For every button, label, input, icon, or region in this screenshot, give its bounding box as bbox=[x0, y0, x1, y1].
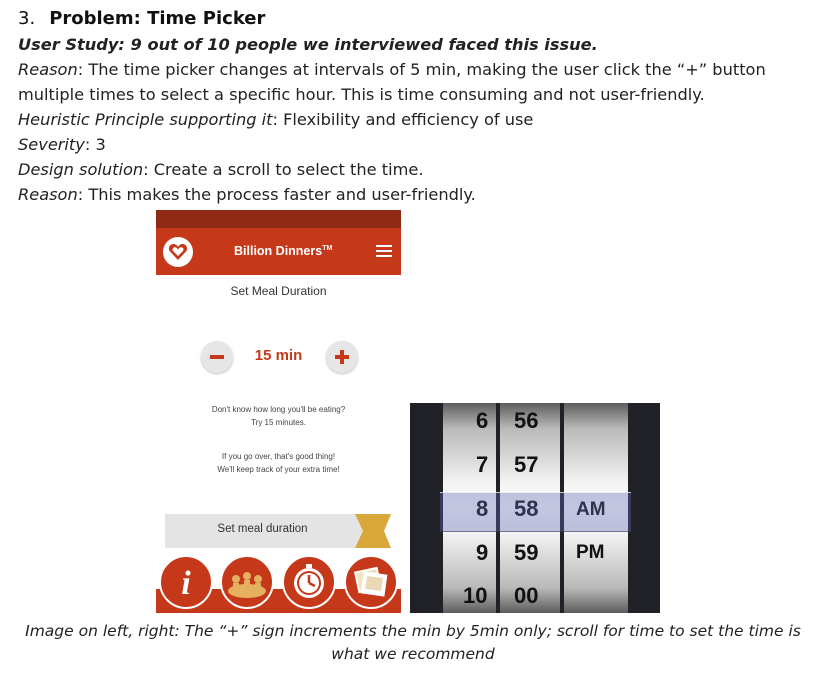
document-body: 3. Problem: Time Picker User Study: 9 out… bbox=[18, 6, 808, 207]
app-title: Billion DinnersTM bbox=[234, 244, 333, 258]
app-header: Billion DinnersTM bbox=[156, 228, 401, 275]
severity-text: : 3 bbox=[84, 135, 106, 154]
minute-57[interactable]: 57 bbox=[514, 452, 538, 478]
duration-value: 15 min bbox=[254, 347, 303, 364]
dinner-table-icon[interactable] bbox=[220, 555, 274, 609]
reason-line-2: multiple times to select a specific hour… bbox=[18, 85, 705, 104]
scroll-time-picker-screenshot: 6 7 8 9 10 56 57 58 59 00 AM PM bbox=[410, 403, 660, 613]
increment-button[interactable] bbox=[326, 341, 358, 373]
hour-7[interactable]: 7 bbox=[476, 452, 488, 478]
section-heading: 3. Problem: Time Picker bbox=[18, 6, 808, 32]
minute-59[interactable]: 59 bbox=[514, 540, 538, 566]
figure-caption: Image on left, right: The “+” sign incre… bbox=[25, 622, 801, 663]
timer-icon[interactable] bbox=[282, 555, 336, 609]
chevron-right-icon bbox=[355, 514, 391, 548]
reason-line-1: Reason: The time picker changes at inter… bbox=[18, 57, 808, 82]
reason-label: Reason bbox=[18, 60, 78, 79]
severity-line: Severity: 3 bbox=[18, 132, 808, 157]
svg-text:i: i bbox=[181, 565, 191, 602]
reason-line-3: Reason: This makes the process faster an… bbox=[18, 182, 808, 207]
period-pm[interactable]: PM bbox=[576, 542, 605, 564]
heuristic-label: Heuristic Principle supporting it bbox=[18, 110, 273, 129]
heuristic-line: Heuristic Principle supporting it: Flexi… bbox=[18, 107, 808, 132]
trademark: TM bbox=[322, 244, 333, 252]
status-bar bbox=[156, 210, 401, 228]
hint-text-1: Don't know how long you'll be eating? Try… bbox=[211, 405, 346, 427]
section-number: 3. bbox=[18, 8, 36, 29]
hint-text-2: If you go over, that's good thing! We'll … bbox=[217, 452, 340, 474]
meal-duration-screenshot: Billion DinnersTM Set Meal Duration 15 m… bbox=[156, 210, 401, 613]
set-meal-duration-label: Set meal duration bbox=[217, 523, 308, 535]
hour-10[interactable]: 10 bbox=[463, 583, 487, 609]
design-solution-line: Design solution: Create a scroll to sele… bbox=[18, 157, 808, 182]
design-solution-label: Design solution bbox=[18, 160, 144, 179]
hamburger-menu-icon[interactable] bbox=[376, 245, 392, 260]
reason2-label: Reason bbox=[18, 185, 78, 204]
reason-text: : The time picker changes at intervals o… bbox=[77, 60, 766, 79]
heuristic-text: : Flexibility and efficiency of use bbox=[272, 110, 534, 129]
selection-highlight-bar bbox=[440, 492, 631, 532]
heart-logo-icon bbox=[163, 237, 193, 267]
info-icon[interactable]: i bbox=[159, 555, 213, 609]
user-study-line: User Study: 9 out of 10 people we interv… bbox=[18, 35, 598, 54]
hour-6[interactable]: 6 bbox=[476, 408, 488, 434]
reason2-text: : This makes the process faster and user… bbox=[77, 185, 476, 204]
photos-icon[interactable] bbox=[344, 555, 398, 609]
minute-56[interactable]: 56 bbox=[514, 408, 538, 434]
minute-00[interactable]: 00 bbox=[514, 583, 538, 609]
screen-subtitle: Set Meal Duration bbox=[230, 284, 327, 298]
hour-9[interactable]: 9 bbox=[476, 540, 488, 566]
design-solution-text: : Create a scroll to select the time. bbox=[143, 160, 424, 179]
decrement-button[interactable] bbox=[201, 341, 233, 373]
section-title: Problem: Time Picker bbox=[49, 8, 266, 29]
severity-label: Severity bbox=[18, 135, 85, 154]
